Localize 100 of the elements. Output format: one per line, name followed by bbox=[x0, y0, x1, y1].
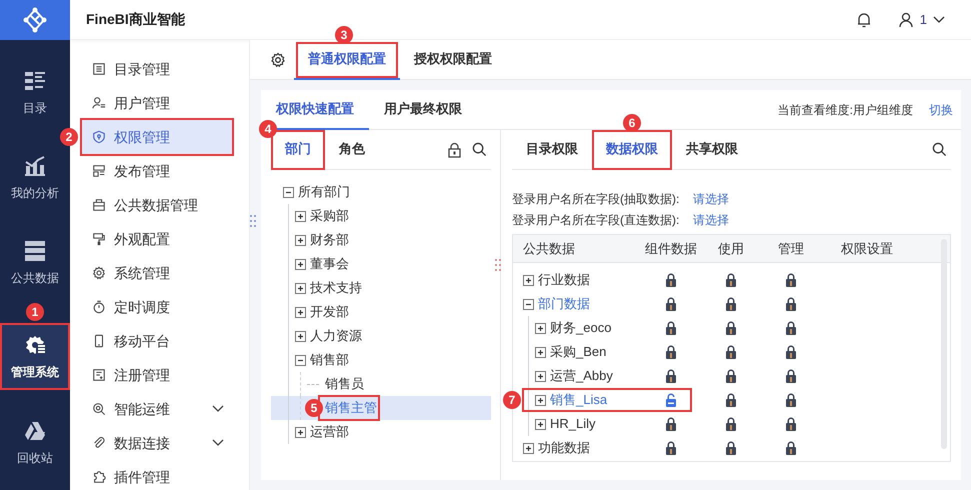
bell-icon[interactable] bbox=[856, 12, 872, 28]
chevron-down-icon[interactable] bbox=[212, 405, 224, 413]
tree-item[interactable]: 财务部 bbox=[306, 230, 349, 250]
gear-icon bbox=[92, 266, 106, 280]
user-icon bbox=[92, 96, 106, 110]
menu-item[interactable]: 智能运维 bbox=[82, 392, 232, 426]
menu-item[interactable]: 发布管理 bbox=[82, 154, 232, 188]
menu-item[interactable]: 插件管理 bbox=[82, 460, 232, 490]
tree-item[interactable]: 采购部 bbox=[306, 206, 349, 226]
menu-item[interactable]: 目录管理 bbox=[82, 52, 232, 86]
chevron-down-icon[interactable] bbox=[212, 439, 224, 447]
tab[interactable]: 目录权限 bbox=[512, 130, 592, 170]
shield-icon bbox=[92, 130, 106, 144]
column-header: 公共数据 bbox=[522, 240, 576, 258]
rail-item[interactable]: 目录 bbox=[0, 61, 70, 125]
brush-icon bbox=[92, 232, 106, 246]
select-link[interactable]: 请选择 bbox=[693, 190, 729, 208]
tree-item[interactable]: 所有部门 bbox=[294, 182, 350, 202]
tab[interactable]: 数据权限 bbox=[592, 130, 672, 170]
drag-handle-icon[interactable] bbox=[495, 258, 501, 272]
expand-icon[interactable] bbox=[295, 234, 306, 246]
step-badge: 2 bbox=[60, 128, 78, 146]
list-icon bbox=[92, 62, 106, 76]
phone-icon bbox=[92, 334, 106, 348]
menu-item[interactable]: 数据连接 bbox=[82, 426, 232, 460]
expand-icon[interactable] bbox=[295, 210, 306, 222]
tree-item[interactable]: 财务_eoco bbox=[546, 318, 612, 338]
lock-icon[interactable] bbox=[447, 142, 462, 158]
chevron-down-icon[interactable] bbox=[933, 16, 945, 24]
tree-item[interactable]: 销售员 bbox=[321, 374, 364, 394]
expand-icon[interactable] bbox=[295, 426, 306, 438]
menu-item[interactable]: 注册管理 bbox=[82, 358, 232, 392]
app-title: FineBI商业智能 bbox=[86, 10, 185, 29]
tree-item[interactable]: 功能数据 bbox=[534, 438, 590, 458]
menu-item[interactable]: 移动平台 bbox=[82, 324, 232, 358]
collapse-icon[interactable] bbox=[523, 298, 534, 310]
switch-link[interactable]: 切换 bbox=[929, 100, 953, 118]
rail-item[interactable]: 公共数据 bbox=[0, 231, 70, 295]
chart-icon bbox=[23, 154, 47, 178]
tree-item[interactable]: 销售主管 bbox=[321, 398, 377, 418]
expand-icon[interactable] bbox=[535, 394, 546, 406]
rail-item[interactable]: 回收站 bbox=[0, 411, 70, 475]
timer-icon bbox=[92, 300, 106, 314]
catalog-icon bbox=[23, 69, 47, 93]
tab[interactable]: 共享权限 bbox=[672, 130, 752, 170]
menu-item[interactable]: 用户管理 bbox=[82, 86, 232, 120]
menu-item[interactable]: 系统管理 bbox=[82, 256, 232, 290]
collapse-icon[interactable] bbox=[283, 186, 294, 198]
expand-icon[interactable] bbox=[295, 306, 306, 318]
tab[interactable]: 普通权限配置 bbox=[294, 40, 400, 80]
tree-item[interactable]: 销售部 bbox=[306, 350, 349, 370]
drag-handle-icon[interactable] bbox=[250, 214, 256, 228]
tree-item[interactable]: 人力资源 bbox=[306, 326, 362, 346]
logo[interactable] bbox=[0, 0, 70, 40]
tree-item[interactable]: 技术支持 bbox=[306, 278, 362, 298]
rail-item[interactable]: 我的分析 bbox=[0, 146, 70, 210]
tree-item[interactable]: 董事会 bbox=[306, 254, 349, 274]
rail-item[interactable]: 管理系统 bbox=[0, 323, 70, 390]
briefcase-icon bbox=[92, 198, 106, 212]
step-badge: 3 bbox=[335, 26, 353, 44]
expand-icon[interactable] bbox=[535, 370, 546, 382]
expand-icon[interactable] bbox=[295, 258, 306, 270]
tab[interactable]: 部门 bbox=[271, 130, 325, 170]
tree-item[interactable]: 行业数据 bbox=[534, 270, 590, 290]
tab[interactable]: 用户最终权限 bbox=[369, 90, 477, 130]
document-icon bbox=[92, 368, 106, 382]
database-icon bbox=[23, 239, 47, 263]
tree-item[interactable]: 开发部 bbox=[306, 302, 349, 322]
expand-icon[interactable] bbox=[535, 418, 546, 430]
layout-icon bbox=[92, 164, 106, 178]
settings-icon[interactable] bbox=[270, 52, 286, 68]
menu-item[interactable]: 定时调度 bbox=[82, 290, 232, 324]
step-badge: 6 bbox=[623, 114, 641, 132]
tree-item[interactable]: 运营_Abby bbox=[546, 366, 613, 386]
tab[interactable]: 角色 bbox=[325, 130, 379, 170]
menu-item[interactable]: 公共数据管理 bbox=[82, 188, 232, 222]
expand-icon[interactable] bbox=[535, 346, 546, 358]
collapse-icon[interactable] bbox=[295, 354, 306, 366]
select-link[interactable]: 请选择 bbox=[693, 210, 729, 228]
menu-item[interactable]: 权限管理 bbox=[82, 120, 232, 154]
tree-item[interactable]: 采购_Ben bbox=[546, 342, 606, 362]
expand-icon[interactable] bbox=[523, 442, 534, 454]
tree-item[interactable]: 销售_Lisa bbox=[546, 390, 608, 410]
search-icon[interactable] bbox=[472, 142, 487, 157]
expand-icon[interactable] bbox=[295, 330, 306, 342]
menu-item[interactable]: 外观配置 bbox=[82, 222, 232, 256]
logo-icon bbox=[22, 7, 48, 33]
column-header: 使用 bbox=[717, 240, 745, 258]
tab[interactable]: 授权权限配置 bbox=[400, 40, 506, 80]
expand-icon[interactable] bbox=[523, 274, 534, 286]
tree-item[interactable]: 部门数据 bbox=[534, 294, 590, 314]
paperclip-icon bbox=[92, 436, 106, 450]
expand-icon[interactable] bbox=[295, 282, 306, 294]
expand-icon[interactable] bbox=[535, 322, 546, 334]
tree-item[interactable]: HR_Lily bbox=[546, 414, 596, 434]
scrollbar[interactable] bbox=[941, 239, 947, 449]
search-icon[interactable] bbox=[932, 142, 947, 157]
user-icon[interactable] bbox=[898, 12, 914, 28]
tree-item[interactable]: 运营部 bbox=[306, 422, 349, 442]
user-name[interactable]: 1 bbox=[920, 10, 927, 30]
